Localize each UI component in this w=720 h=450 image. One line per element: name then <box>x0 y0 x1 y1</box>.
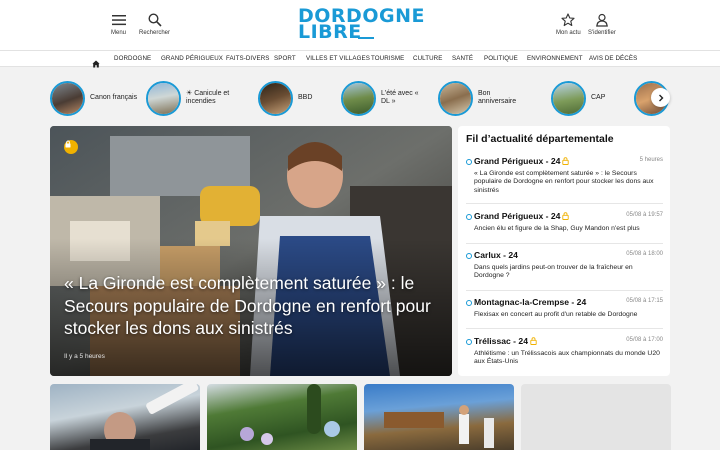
story-label: ☀ Canicule et incendies <box>186 90 230 105</box>
nav-item-environnement[interactable]: ENVIRONNEMENT <box>527 55 583 62</box>
nav-item-politique[interactable]: POLITIQUE <box>484 55 518 62</box>
site-header: Menu Rechercher DORDOGNE LIBRE Mon actu … <box>0 0 720 50</box>
nav-item-dordogne[interactable]: DORDOGNE <box>114 55 151 62</box>
lock-icon <box>562 212 570 222</box>
menu-label: Menu <box>111 30 127 36</box>
bullet-icon <box>466 214 472 220</box>
bullet-icon <box>466 253 472 259</box>
chevron-right-icon <box>658 94 663 101</box>
story-thumbnail <box>341 80 376 116</box>
lock-icon <box>530 337 537 347</box>
story-label: L'été avec « DL » <box>381 90 419 105</box>
article-card-placeholder[interactable] <box>521 384 671 450</box>
feed-item-text[interactable]: Athlétisme : un Trélissacois aux champio… <box>474 350 660 367</box>
star-icon <box>561 12 575 28</box>
feed-item-location: Grand Périgueux - 24 <box>474 211 570 222</box>
story-thumbnail <box>551 80 586 116</box>
nav-item-sante[interactable]: SANTÉ <box>452 55 473 62</box>
hero-title[interactable]: « La Gironde est complètement saturée » … <box>64 272 444 340</box>
premium-lock-icon <box>64 140 78 154</box>
story-label: Canon français <box>90 94 138 101</box>
feed-item-time: 5 heures <box>639 157 663 163</box>
user-icon <box>595 12 609 28</box>
login-label: S'identifier <box>588 30 616 36</box>
nav-item-grand-perigueux[interactable]: GRAND PÉRIGUEUX <box>161 55 223 62</box>
story-bbd[interactable]: BBD <box>258 78 346 118</box>
feed-item-location: Grand Périgueux - 24 <box>474 156 570 167</box>
menu-button[interactable]: Menu <box>111 12 126 36</box>
story-canicule[interactable]: ☀ Canicule et incendies <box>146 78 234 118</box>
bullet-icon <box>466 159 472 165</box>
feed-item-text[interactable]: « La Gironde est complètement saturée » … <box>474 170 660 195</box>
feed-item-time: 05/08 à 19:57 <box>626 212 663 218</box>
feed-item[interactable]: Montagnac-la-Crempse - 24 05/08 à 17:15 … <box>466 297 663 329</box>
search-button[interactable]: Rechercher <box>139 12 170 36</box>
feed-item-time: 05/08 à 17:00 <box>626 337 663 343</box>
logo-underline <box>358 37 374 39</box>
article-image <box>384 405 494 448</box>
story-bon-anniversaire[interactable]: Bon anniversaire <box>438 78 526 118</box>
login-button[interactable]: S'identifier <box>588 12 616 36</box>
hero-timestamp: Il y a 5 heures <box>64 353 105 360</box>
story-thumbnail <box>50 80 85 116</box>
my-news-button[interactable]: Mon actu <box>556 12 581 36</box>
search-label: Rechercher <box>139 30 171 36</box>
nav-item-tourisme[interactable]: TOURISME <box>371 55 404 62</box>
stories-carousel: Canon français ☀ Canicule et incendies B… <box>0 78 720 120</box>
main-nav: DORDOGNE GRAND PÉRIGUEUX FAITS-DIVERS SP… <box>0 50 720 68</box>
article-card-telescope[interactable] <box>50 384 200 450</box>
feed-item[interactable]: Carlux - 24 05/08 à 18:00 Dans quels jar… <box>466 250 663 291</box>
hero-article[interactable]: « La Gironde est complètement saturée » … <box>50 126 452 376</box>
carousel-next-button[interactable] <box>651 88 670 107</box>
article-card-garden[interactable] <box>207 384 357 450</box>
bullet-icon <box>466 300 472 306</box>
nav-item-villes-villages[interactable]: VILLES ET VILLAGES <box>306 55 370 62</box>
nav-item-sport[interactable]: SPORT <box>274 55 296 62</box>
hamburger-icon <box>111 12 126 28</box>
story-label: CAP <box>591 94 606 101</box>
article-image <box>240 384 340 445</box>
search-icon <box>147 12 162 28</box>
feed-item-location: Carlux - 24 <box>474 250 518 260</box>
feed-item[interactable]: Grand Périgueux - 24 05/08 à 19:57 Ancie… <box>466 211 663 244</box>
story-label: BBD <box>298 94 313 101</box>
news-feed: Fil d’actualité départementale Grand Pér… <box>458 126 670 376</box>
story-thumbnail <box>146 80 181 116</box>
feed-item-text[interactable]: Ancien élu et figure de la Shap, Guy Man… <box>474 225 660 233</box>
site-logo[interactable]: DORDOGNE LIBRE <box>298 7 424 42</box>
article-image <box>90 384 199 450</box>
feed-item-location: Trélissac - 24 <box>474 336 537 347</box>
feed-item[interactable]: Grand Périgueux - 24 5 heures « La Giron… <box>466 156 663 204</box>
story-canon-francais[interactable]: Canon français <box>50 78 138 118</box>
feed-item-location: Montagnac-la-Crempse - 24 <box>474 297 587 307</box>
story-label: Bon anniversaire <box>478 90 517 105</box>
feed-item-text[interactable]: Flexisax en concert au profit d'un retab… <box>474 311 660 319</box>
feed-item-time: 05/08 à 18:00 <box>626 251 663 257</box>
lock-icon <box>562 157 570 167</box>
my-news-label: Mon actu <box>556 30 581 36</box>
article-card-festival[interactable] <box>364 384 514 450</box>
feed-title: Fil d’actualité départementale <box>466 133 614 145</box>
nav-item-faits-divers[interactable]: FAITS-DIVERS <box>226 55 270 62</box>
story-thumbnail <box>258 80 293 116</box>
nav-item-culture[interactable]: CULTURE <box>413 55 442 62</box>
story-thumbnail <box>438 80 473 116</box>
feed-item-text[interactable]: Dans quels jardins peut-on trouver de la… <box>474 264 660 281</box>
feed-item-time: 05/08 à 17:15 <box>626 298 663 304</box>
nav-item-avis-deces[interactable]: AVIS DE DÉCÈS <box>589 55 637 62</box>
story-ete-dl[interactable]: L'été avec « DL » <box>341 78 429 118</box>
bullet-icon <box>466 339 472 345</box>
home-icon[interactable] <box>92 55 100 73</box>
feed-item[interactable]: Trélissac - 24 05/08 à 17:00 Athlétisme … <box>466 336 663 374</box>
story-cap[interactable]: CAP <box>551 78 639 118</box>
